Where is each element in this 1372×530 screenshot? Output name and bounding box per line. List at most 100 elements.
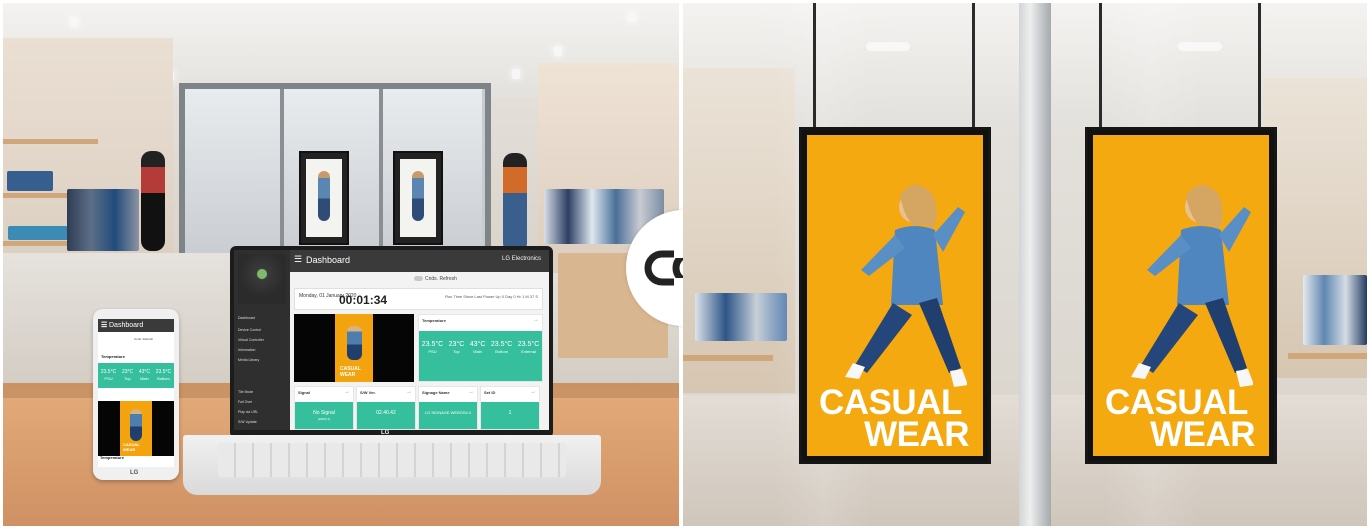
temp-top: 23°C Top bbox=[448, 341, 465, 354]
card-value: LG SIGNAGE WEBOS4.0 bbox=[424, 410, 472, 415]
phone-dashboard-app: Dashboard ☰ Cnds. Refresh Temperature 23.… bbox=[98, 319, 174, 467]
phone-temperature-label: Temperature bbox=[100, 455, 124, 460]
glass-door-frame bbox=[1019, 3, 1051, 526]
signage-name-card: Signage Name → LG SIGNAGE WEBOS4.0 bbox=[418, 386, 478, 430]
dashboard-title: Dashboard bbox=[306, 255, 351, 265]
temperature-title: Temperature bbox=[422, 318, 446, 323]
card-title: Set ID bbox=[484, 390, 496, 395]
user-photo bbox=[238, 254, 286, 304]
media-preview: CASUAL WEAR bbox=[294, 314, 414, 382]
laptop-keyboard-deck bbox=[183, 435, 601, 495]
card-value: 02.40.42 bbox=[376, 410, 396, 416]
mannequin bbox=[503, 153, 527, 253]
window-display bbox=[299, 151, 349, 245]
temperature-panel: 23.5°C PSU 23°C Top 43°C Main 23.5°C Bottom … bbox=[419, 331, 542, 381]
temp-external: 23.5°C External bbox=[517, 341, 540, 354]
arrow-right-icon[interactable]: → bbox=[344, 389, 350, 395]
signage-screen: CASUAL WEAR bbox=[807, 135, 983, 456]
menu-item-information[interactable]: Information bbox=[238, 348, 256, 352]
laptop-screen: Dashboard Device Control Virtual Control… bbox=[230, 246, 553, 438]
smartphone: Dashboard ☰ Cnds. Refresh Temperature 23.… bbox=[93, 309, 179, 480]
arrow-right-icon[interactable]: → bbox=[468, 389, 474, 395]
hamburger-menu-icon[interactable]: ☰ bbox=[101, 321, 107, 329]
card-title: S/W Ver. bbox=[360, 390, 376, 395]
hanging-clothes-rack bbox=[1303, 275, 1367, 345]
signage-poster-text: CASUAL WEAR bbox=[819, 383, 970, 454]
menu-item-play-via-url[interactable]: Play via URL bbox=[238, 410, 258, 414]
glass-door bbox=[185, 89, 284, 257]
brand-label: LG Electronics bbox=[501, 256, 541, 262]
arrow-right-icon[interactable]: → bbox=[530, 389, 536, 395]
menu-item-fail-over[interactable]: Fail Over bbox=[238, 400, 252, 404]
poster-text: CASUAL WEAR bbox=[340, 366, 361, 378]
phone-dashboard-header: Dashboard ☰ bbox=[98, 319, 174, 332]
temp-top: 23°C Top bbox=[121, 369, 134, 381]
photo-scene: Dashboard Device Control Virtual Control… bbox=[0, 0, 1372, 530]
card-value-panel: 02.40.42 bbox=[357, 402, 415, 429]
storefront-panel: CASUAL WEAR CASUAL WEAR bbox=[683, 3, 1367, 526]
hanging-signage-display: CASUAL WEAR bbox=[1085, 127, 1277, 464]
temp-main: 43°C Main bbox=[469, 341, 486, 354]
hamburger-menu-icon[interactable]: ☰ bbox=[294, 254, 302, 265]
temperature-card: Temperature → 23.5°C PSU 23°C Top 43°C Main… bbox=[418, 314, 543, 382]
software-version-card: S/W Ver. → 02.40.42 bbox=[356, 386, 416, 430]
phone-media-preview: CASUAL WEAR bbox=[98, 401, 174, 456]
card-value: No Signal [HDMI 1] bbox=[313, 410, 335, 421]
woman-figure bbox=[130, 409, 142, 441]
menu-item-device-control[interactable]: Device Control bbox=[238, 328, 261, 332]
card-title: Signal bbox=[298, 390, 311, 395]
ceiling-light bbox=[512, 69, 520, 79]
wooden-shelf bbox=[3, 139, 98, 144]
display-cable bbox=[972, 3, 975, 127]
temp-psu: 23.5°C PSU bbox=[100, 369, 117, 381]
temp-main: 43°C Main bbox=[138, 369, 151, 381]
phone-auto-refresh-label: Cnds. Refresh bbox=[134, 337, 154, 341]
signage-poster-text: CASUAL WEAR bbox=[1105, 383, 1256, 454]
laptop-dashboard-app: Dashboard Device Control Virtual Control… bbox=[234, 250, 549, 430]
clock-time: 00:01:34 bbox=[339, 293, 388, 307]
folded-clothes bbox=[8, 226, 68, 240]
display-cable bbox=[1258, 3, 1261, 127]
menu-item-sw-update[interactable]: S/W Update bbox=[238, 420, 257, 424]
phone-temperature-panel: 23.5°C PSU 23°C Top 43°C Main 23.5°C Bottom bbox=[98, 363, 174, 388]
set-id-card: Set ID → 1 bbox=[480, 386, 540, 430]
card-value-panel: 1 bbox=[481, 402, 539, 429]
signal-card: Signal → No Signal [HDMI 1] bbox=[294, 386, 354, 430]
temp-bottom: 23.5°C Bottom bbox=[490, 341, 513, 354]
menu-item-virtual-controller[interactable]: Virtual Controller bbox=[238, 338, 264, 342]
keyboard bbox=[218, 443, 566, 477]
temp-psu: 23.5°C PSU bbox=[421, 341, 444, 354]
arrow-right-icon[interactable]: → bbox=[406, 389, 412, 395]
ceiling-light bbox=[70, 17, 78, 27]
folded-clothes bbox=[7, 171, 53, 191]
woman-figure bbox=[1131, 185, 1253, 387]
window-display bbox=[393, 151, 443, 245]
auto-refresh-toggle[interactable]: Cnds. Refresh bbox=[414, 276, 457, 282]
signage-screen: CASUAL WEAR bbox=[1093, 135, 1269, 456]
menu-item-dashboard[interactable]: Dashboard bbox=[238, 316, 255, 320]
ceiling-light bbox=[628, 12, 636, 22]
dashboard-sidebar: Dashboard Device Control Virtual Control… bbox=[234, 250, 290, 430]
dashboard-header: ☰ Dashboard LG Electronics bbox=[290, 250, 549, 272]
ceiling-light bbox=[554, 46, 562, 56]
display-cable bbox=[1099, 3, 1102, 127]
card-value-panel: LG SIGNAGE WEBOS4.0 bbox=[419, 402, 477, 429]
poster-text: CASUAL WEAR bbox=[123, 442, 140, 452]
woman-figure bbox=[845, 185, 967, 387]
wooden-shelf bbox=[1288, 353, 1367, 359]
menu-item-tile-mode[interactable]: Tile Mode bbox=[238, 390, 253, 394]
hanging-clothes-rack bbox=[67, 189, 139, 251]
store-interior-panel: Dashboard Device Control Virtual Control… bbox=[3, 3, 679, 526]
casual-wear-poster: CASUAL WEAR bbox=[335, 314, 373, 382]
arrow-right-icon[interactable]: → bbox=[533, 317, 539, 323]
card-value-panel: No Signal [HDMI 1] bbox=[295, 402, 353, 429]
wooden-shelf bbox=[683, 355, 773, 361]
card-title: Signage Name bbox=[422, 390, 450, 395]
woman-figure bbox=[347, 326, 362, 360]
temp-bottom: 23.5°C Bottom bbox=[155, 369, 172, 381]
menu-item-media-library[interactable]: Media Library bbox=[238, 358, 259, 362]
hanging-signage-display: CASUAL WEAR bbox=[799, 127, 991, 464]
phone-logo: LG bbox=[130, 470, 139, 476]
phone-temperature-title: Temperature bbox=[101, 354, 125, 359]
display-cable bbox=[813, 3, 816, 127]
